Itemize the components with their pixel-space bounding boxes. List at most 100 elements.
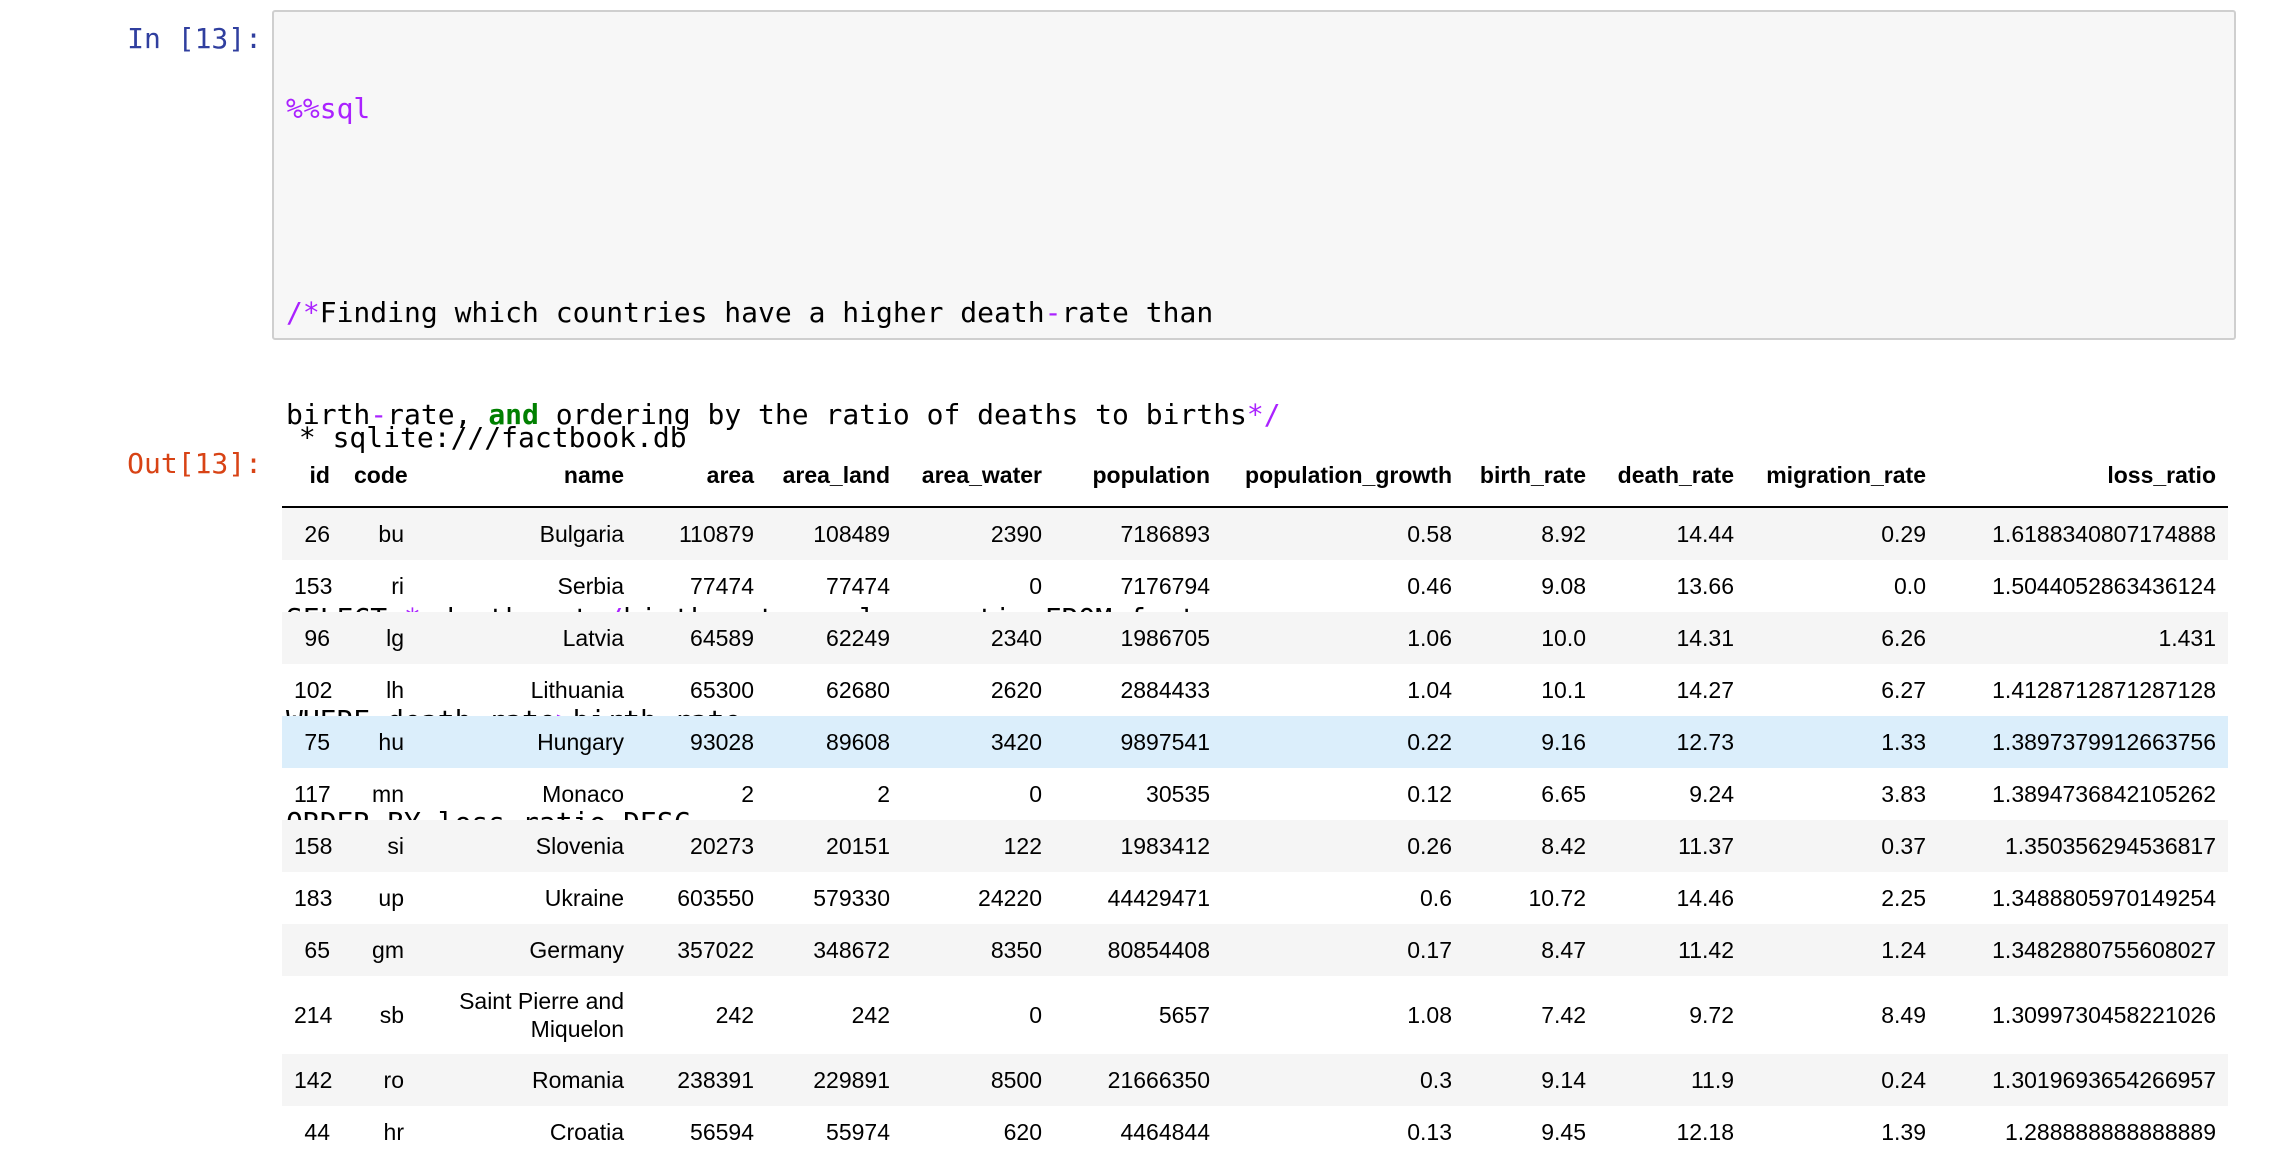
cell-area-water: 0: [1029, 1002, 1042, 1028]
cell-area-water: 2620: [990, 677, 1042, 703]
cell-loss-ratio: 1.350356294536817: [2004, 833, 2216, 859]
cell-area: 77474: [690, 573, 754, 599]
cell-area-land: 62249: [826, 625, 890, 651]
cell-area-land: 2: [877, 781, 890, 807]
cell-id: 26: [304, 521, 330, 547]
cell-population: 7186893: [1120, 521, 1210, 547]
cell-population: 7176794: [1120, 573, 1210, 599]
cell-loss-ratio: 1.6188340807174888: [1992, 521, 2216, 547]
cell-migration-rate: 2.25: [1881, 885, 1926, 911]
cell-loss-ratio: 1.4128712871287128: [1992, 677, 2216, 703]
cell-id: 214: [294, 1002, 333, 1028]
cell-name: Saint Pierre and Miquelon: [459, 988, 624, 1042]
cell-population-growth: 1.04: [1407, 677, 1452, 703]
cell-birth-rate: 10.1: [1541, 677, 1586, 703]
cell-population: 21666350: [1107, 1067, 1210, 1093]
cell-area: 65300: [690, 677, 754, 703]
table-row: 142 ro Romania 238391 229891 8500 21666350 0.3 9…: [282, 1054, 2228, 1106]
table-row: 183 up Ukraine 603550 579330 24220 44429471 0.6…: [282, 872, 2228, 924]
cell-area-water: 24220: [978, 885, 1042, 911]
cell-code: lg: [386, 625, 404, 651]
cell-death-rate: 14.44: [1676, 521, 1734, 547]
cell-population-growth: 0.22: [1407, 729, 1452, 755]
cell-population-growth: 0.17: [1407, 937, 1452, 963]
column-header-population-growth: population_growth: [1222, 444, 1464, 508]
cell-name: Slovenia: [535, 833, 624, 859]
cell-name: Romania: [531, 1067, 624, 1093]
cell-migration-rate: 0.0: [1894, 573, 1926, 599]
input-prompt: In [13]:: [127, 22, 262, 55]
cell-population: 44429471: [1107, 885, 1210, 911]
cell-area-water: 8500: [990, 1067, 1042, 1093]
cell-area-water: 0: [1029, 573, 1042, 599]
cell-id: 65: [304, 937, 330, 963]
cell-id: 158: [294, 833, 333, 859]
cell-area-water: 3420: [990, 729, 1042, 755]
cell-migration-rate: 1.24: [1881, 937, 1926, 963]
cell-birth-rate: 9.14: [1541, 1067, 1586, 1093]
cell-id: 183: [294, 885, 333, 911]
cell-migration-rate: 6.27: [1881, 677, 1926, 703]
cell-area-land: 62680: [826, 677, 890, 703]
table-row: 153 ri Serbia 77474 77474 0 7176794 0.46 9.08 13.…: [282, 560, 2228, 612]
table-row: 117 mn Monaco 2 2 0 30535 0.12 6.65 9.24 3.83 1.389…: [282, 768, 2228, 820]
cell-id: 102: [294, 677, 333, 703]
cell-migration-rate: 8.49: [1881, 1002, 1926, 1028]
cell-loss-ratio: 1.3482880755608027: [1992, 937, 2216, 963]
cell-population-growth: 0.46: [1407, 573, 1452, 599]
cell-area-land: 77474: [826, 573, 890, 599]
cell-birth-rate: 6.65: [1541, 781, 1586, 807]
table-row: 75 hu Hungary 93028 89608 3420 9897541 0.22 9.16…: [282, 716, 2228, 768]
cell-code: gm: [372, 937, 404, 963]
cell-code: si: [387, 833, 404, 859]
cell-name: Serbia: [557, 573, 624, 599]
cell-area-water: 620: [1003, 1119, 1042, 1145]
cell-birth-rate: 8.42: [1541, 833, 1586, 859]
cell-migration-rate: 1.33: [1881, 729, 1926, 755]
cell-area-water: 2340: [990, 625, 1042, 651]
comment-text: Finding which countries have a higher de…: [319, 296, 1045, 329]
cell-population-growth: 0.12: [1407, 781, 1452, 807]
code-cell-input[interactable]: %%sql /*Finding which countries have a h…: [272, 10, 2236, 839]
cell-death-rate: 14.27: [1676, 677, 1734, 703]
column-header-death-rate: death_rate: [1598, 444, 1746, 508]
cell-id: 117: [294, 781, 331, 807]
cell-population-growth: 1.08: [1407, 1002, 1452, 1028]
column-header-name: name: [416, 444, 636, 508]
cell-area-land: 108489: [813, 521, 890, 547]
cell-area-water: 8350: [990, 937, 1042, 963]
column-header-loss-ratio: loss_ratio: [1938, 444, 2228, 508]
cell-area: 238391: [677, 1067, 754, 1093]
cell-death-rate: 11.42: [1678, 937, 1734, 963]
comment-text: rate than: [1061, 296, 1214, 329]
cell-area-land: 229891: [813, 1067, 890, 1093]
cell-population-growth: 1.06: [1407, 625, 1452, 651]
cell-id: 96: [304, 625, 330, 651]
sql-magic: %%sql: [286, 92, 371, 125]
cell-birth-rate: 9.16: [1541, 729, 1586, 755]
column-header-code: code: [342, 444, 416, 508]
cell-code: lh: [386, 677, 404, 703]
cell-population: 1986705: [1120, 625, 1210, 651]
cell-area-land: 89608: [826, 729, 890, 755]
column-header-area-land: area_land: [766, 444, 902, 508]
cell-area: 242: [715, 1002, 754, 1028]
cell-code: hr: [383, 1119, 404, 1145]
cell-area-water: 0: [1029, 781, 1042, 807]
cell-code: hu: [378, 729, 404, 755]
cell-id: 142: [294, 1067, 333, 1093]
cell-name: Croatia: [549, 1119, 624, 1145]
cell-name: Germany: [529, 937, 624, 963]
cell-population: 9897541: [1120, 729, 1210, 755]
cell-migration-rate: 1.39: [1881, 1119, 1926, 1145]
cell-area: 64589: [690, 625, 754, 651]
cell-name: Lithuania: [530, 677, 624, 703]
table-row: 96 lg Latvia 64589 62249 2340 1986705 1.06 10.0 1…: [282, 612, 2228, 664]
column-header-area-water: area_water: [902, 444, 1054, 508]
cell-area: 93028: [690, 729, 754, 755]
cell-area-water: 2390: [990, 521, 1042, 547]
column-header-area: area: [636, 444, 766, 508]
cell-code: sb: [379, 1002, 404, 1028]
cell-birth-rate: 9.08: [1541, 573, 1586, 599]
